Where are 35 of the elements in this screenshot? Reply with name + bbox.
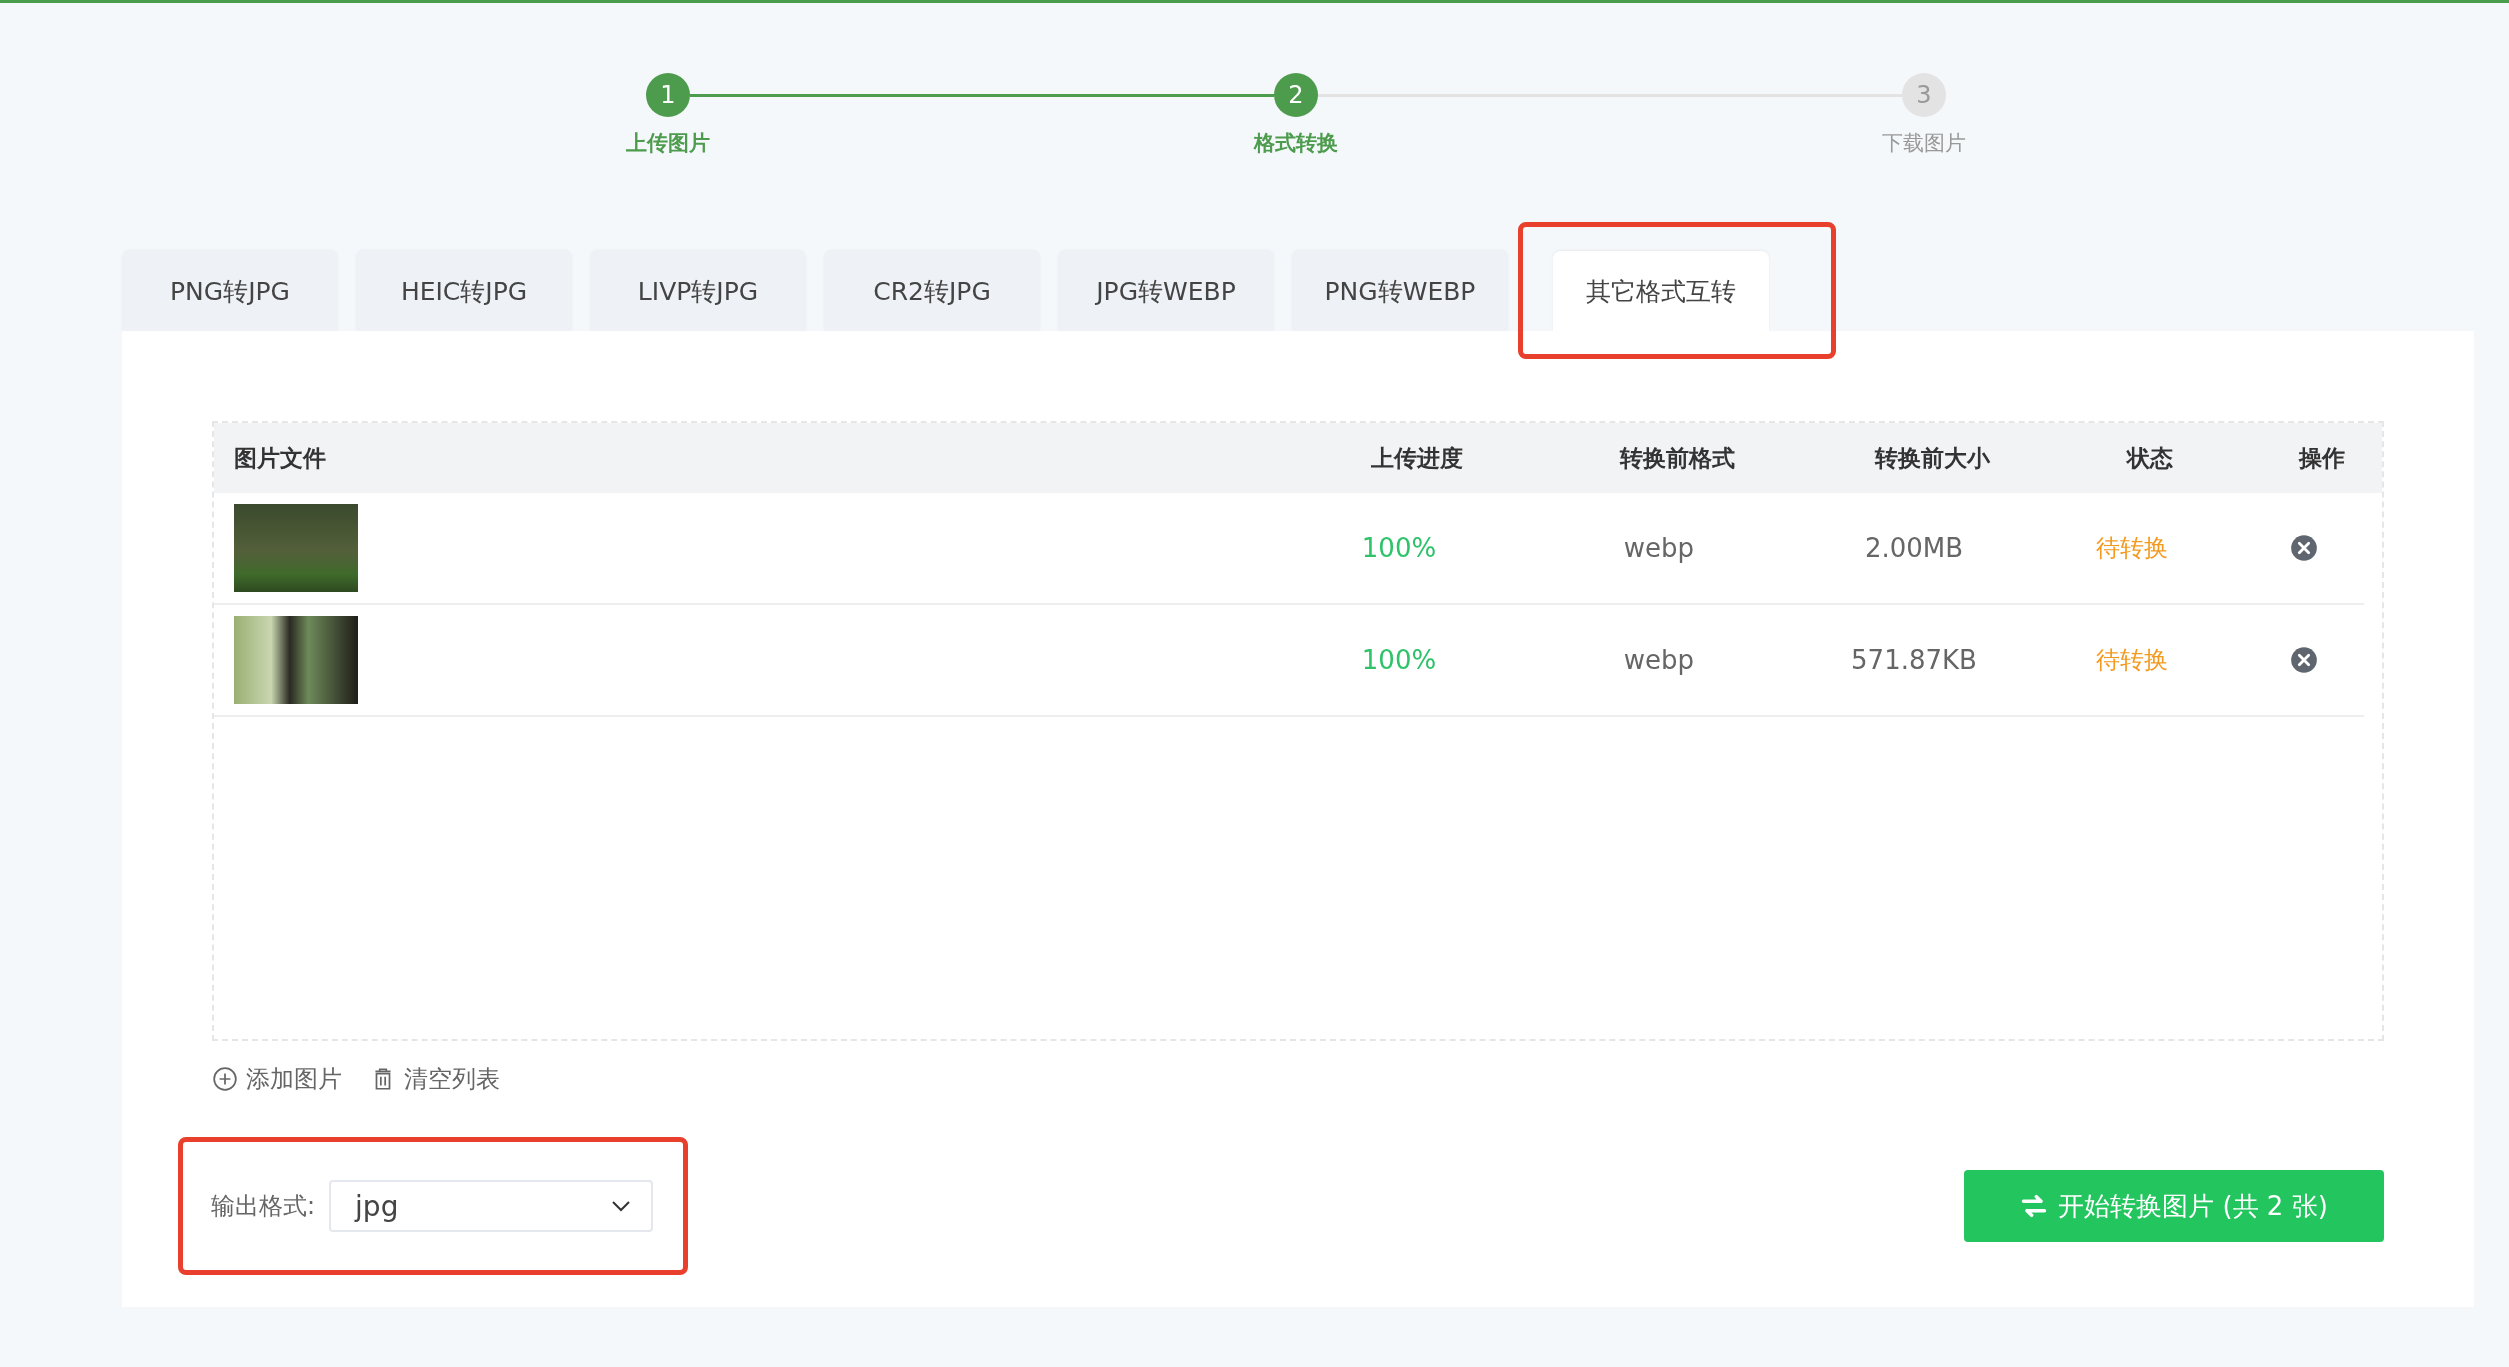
format-tab[interactable]: PNG转WEBP (1292, 251, 1508, 331)
format-tab[interactable]: PNG转JPG (122, 251, 338, 331)
table-cell-text: 100% (1360, 645, 1438, 675)
format-tab[interactable]: LIVP转JPG (590, 251, 806, 331)
clear-list-button[interactable]: 清空列表 (370, 1063, 500, 1095)
step-label: 下载图片 (1882, 130, 1966, 157)
table-cell-text: webp (1622, 533, 1696, 563)
swap-arrows-icon (2020, 1192, 2049, 1220)
table-cell-text: 100% (1360, 533, 1438, 563)
table-cell-text: 2.00MB (1863, 533, 1965, 563)
step-label: 上传图片 (626, 130, 710, 157)
plus-circle-icon (212, 1066, 238, 1092)
format-tab[interactable]: 其它格式互转 (1553, 251, 1769, 331)
status-text: 待转换 (2094, 533, 2169, 564)
table-cell-text: webp (1622, 645, 1696, 675)
remove-icon[interactable] (2290, 646, 2318, 674)
status-text: 待转换 (2094, 645, 2169, 676)
step-number: 3 (1902, 73, 1946, 117)
format-tab[interactable]: HEIC转JPG (356, 251, 572, 331)
add-image-button[interactable]: 添加图片 (212, 1063, 342, 1095)
column-header: 转换前大小 (1873, 443, 1991, 473)
step-number: 1 (646, 73, 690, 117)
column-header: 图片文件 (233, 443, 327, 473)
column-header: 状态 (2125, 443, 2174, 473)
step-number: 2 (1274, 73, 1318, 117)
format-select[interactable]: jpg (329, 1180, 654, 1232)
format-tab[interactable]: CR2转JPG (824, 251, 1040, 331)
step-label: 格式转换 (1254, 130, 1338, 157)
format-tab[interactable]: JPG转WEBP (1058, 251, 1274, 331)
column-header: 操作 (2297, 443, 2346, 473)
column-header: 上传进度 (1370, 443, 1464, 473)
output-format-label: 输出格式: (211, 1191, 316, 1222)
table-cell-text: 571.87KB (1850, 645, 1978, 675)
column-header: 转换前格式 (1618, 443, 1736, 473)
remove-icon[interactable] (2290, 534, 2318, 562)
